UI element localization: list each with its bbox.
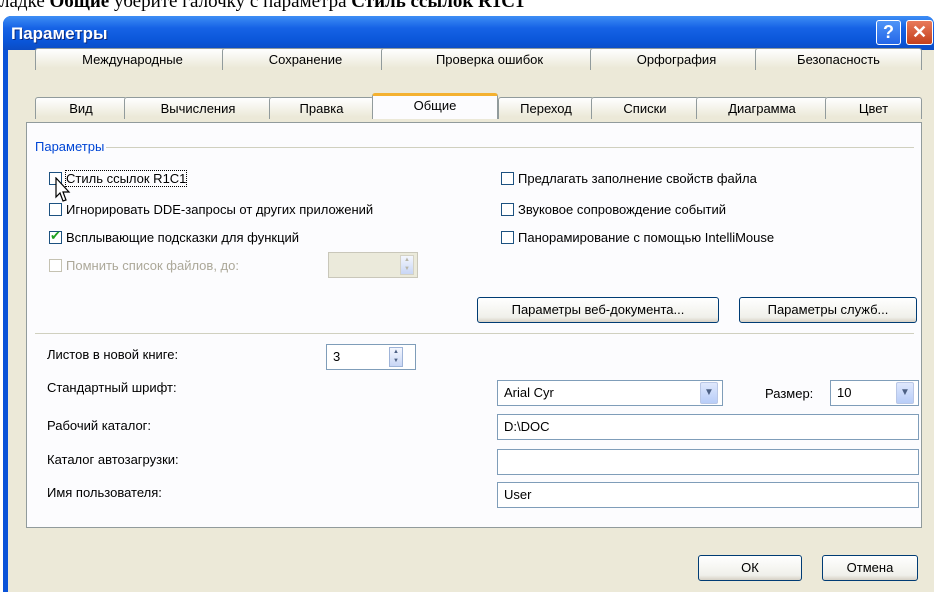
label-r1c1-style[interactable]: Стиль ссылок R1C1 — [64, 170, 188, 187]
tab-calculation[interactable]: Вычисления — [124, 97, 272, 119]
dialog-titlebar[interactable]: Параметры ? ✕ — [3, 16, 934, 50]
tab-edit[interactable]: Правка — [269, 97, 374, 119]
tab-transition[interactable]: Переход — [498, 97, 594, 119]
label-recent-files: Помнить список файлов, до: — [66, 258, 239, 273]
username-input[interactable]: User — [497, 482, 919, 508]
help-button[interactable]: ? — [876, 20, 901, 45]
tab-spelling[interactable]: Орфография — [590, 48, 763, 70]
tab-international[interactable]: Международные — [35, 48, 230, 70]
standard-font-value: Arial Cyr — [504, 385, 554, 400]
tab-color[interactable]: Цвет — [825, 97, 922, 119]
spinner-arrows-icon[interactable]: ▲ ▼ — [389, 347, 403, 367]
checkbox-intellimouse[interactable] — [501, 231, 514, 244]
sheets-count-input[interactable]: 3 ▲ ▼ — [326, 344, 416, 370]
label-suggest-properties[interactable]: Предлагать заполнение свойств файла — [518, 171, 757, 186]
sheets-count-label: Листов в новой книге: — [47, 347, 179, 362]
label-ignore-dde[interactable]: Игнорировать DDE-запросы от других прило… — [66, 202, 373, 217]
tab-lists[interactable]: Списки — [591, 97, 699, 119]
label-intellimouse[interactable]: Панорамирование с помощью IntelliMouse — [518, 230, 774, 245]
service-options-button[interactable]: Параметры служб... — [739, 297, 917, 323]
tab-error-checking[interactable]: Проверка ошибок — [381, 48, 598, 70]
close-x-icon: ✕ — [911, 22, 928, 42]
close-button[interactable]: ✕ — [906, 20, 933, 45]
standard-font-label: Стандартный шрифт: — [47, 380, 177, 395]
tab-general[interactable]: Общие — [372, 93, 498, 119]
checkbox-function-tooltips[interactable] — [49, 228, 62, 244]
username-label: Имя пользователя: — [47, 485, 162, 500]
group-label-options: Параметры — [35, 139, 105, 154]
label-sound-feedback[interactable]: Звуковое сопровождение событий — [518, 202, 726, 217]
sheets-count-value: 3 — [333, 349, 341, 364]
cancel-button[interactable]: Отмена — [822, 555, 918, 581]
standard-font-select[interactable]: Arial Cyr ▼ — [497, 380, 723, 406]
ok-button[interactable]: ОК — [698, 555, 802, 581]
label-function-tooltips[interactable]: Всплывающие подсказки для функций — [66, 230, 299, 245]
caption-param-name: Стиль ссылок R1C1 — [351, 0, 525, 12]
font-size-label: Размер: — [765, 386, 814, 401]
checkbox-sound-feedback[interactable] — [501, 203, 514, 216]
mouse-pointer-icon — [55, 176, 71, 206]
working-directory-input[interactable]: D:\DOC — [497, 414, 919, 440]
tab-save[interactable]: Сохранение — [222, 48, 389, 70]
checkbox-suggest-properties[interactable] — [501, 172, 514, 185]
autoload-directory-input[interactable] — [497, 449, 919, 475]
web-options-button[interactable]: Параметры веб-документа... — [477, 297, 719, 323]
dialog-title: Параметры — [11, 24, 108, 43]
recent-files-count-input[interactable]: ▲ ▼ — [328, 252, 418, 278]
working-directory-label: Рабочий каталог: — [47, 418, 152, 433]
checkbox-recent-files[interactable] — [49, 259, 62, 272]
tab-view[interactable]: Вид — [35, 97, 127, 119]
group-divider — [106, 147, 914, 148]
autoload-directory-label: Каталог автозагрузки: — [47, 452, 179, 467]
chevron-down-icon[interactable]: ▼ — [896, 382, 914, 404]
chevron-down-icon[interactable]: ▼ — [700, 382, 718, 404]
spinner-arrows-icon[interactable]: ▲ ▼ — [400, 255, 414, 275]
question-mark-icon: ? — [883, 22, 894, 42]
section-divider — [35, 333, 914, 334]
caption-tab-name: Общие — [49, 0, 110, 12]
tab-chart[interactable]: Диаграмма — [696, 97, 828, 119]
font-size-value: 10 — [837, 385, 852, 400]
instruction-caption: ладке Общие уберите галочку с параметра … — [0, 0, 934, 13]
font-size-select[interactable]: 10 ▼ — [830, 380, 919, 406]
tab-security[interactable]: Безопасность — [755, 48, 922, 70]
